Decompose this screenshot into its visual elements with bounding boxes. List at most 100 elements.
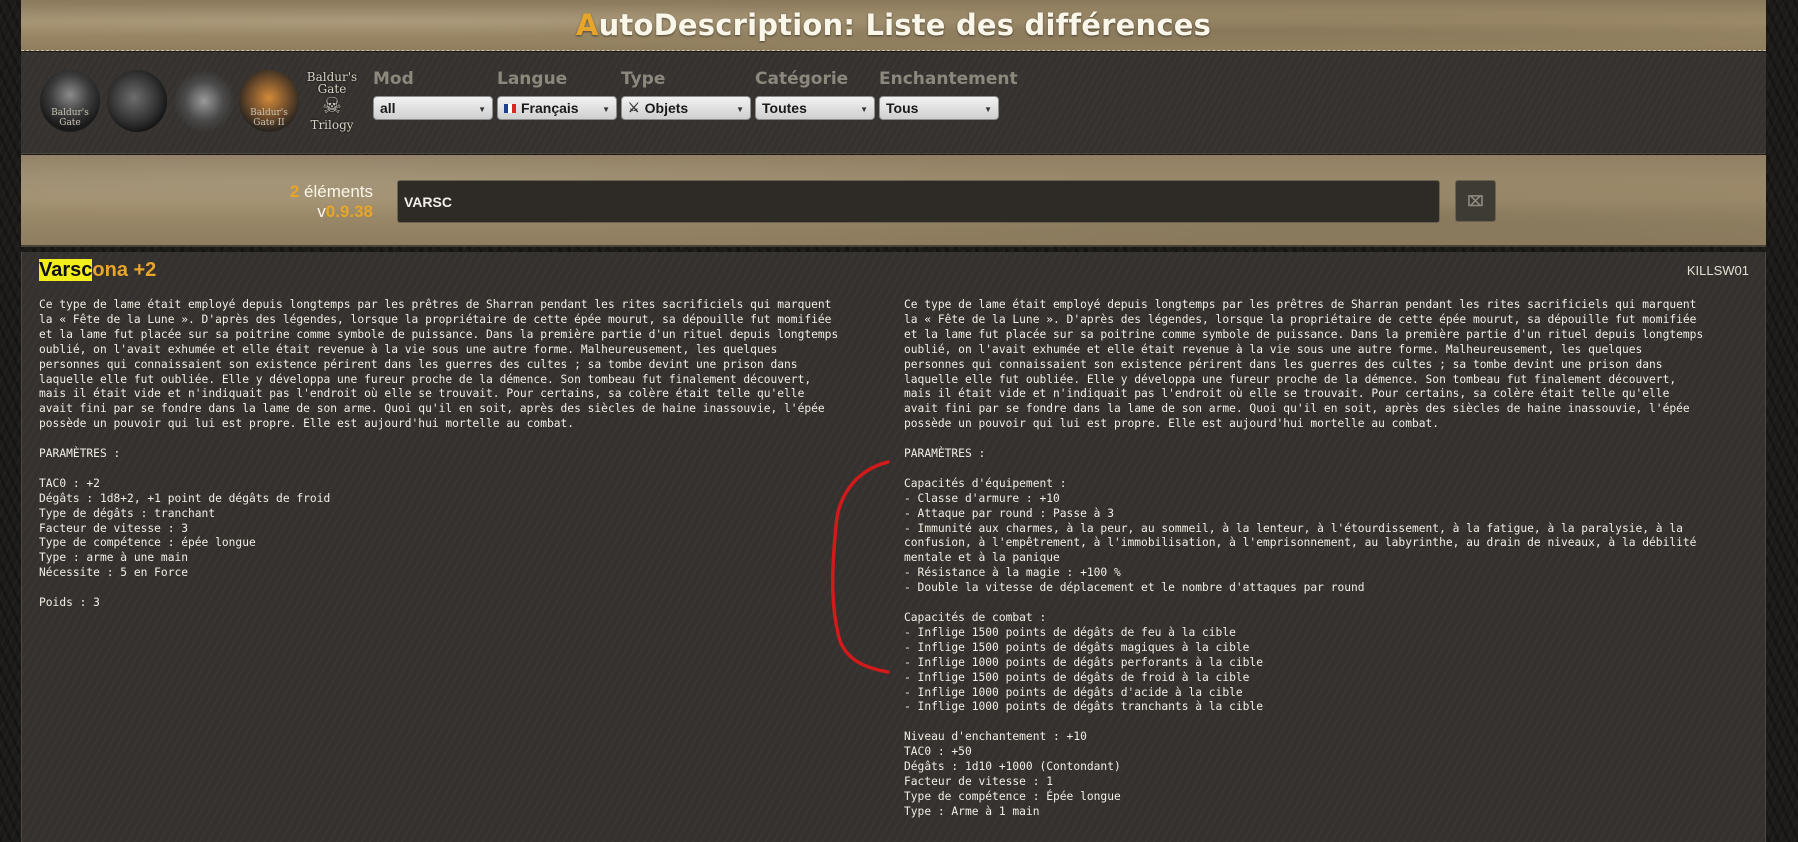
langue-select-value: Français	[521, 100, 579, 116]
left-description-line: Dégâts : 1d8+2, +1 point de dégâts de fr…	[39, 491, 331, 505]
filter-categorie-label: Catégorie	[755, 69, 849, 89]
categorie-select-value: Toutes	[762, 100, 807, 116]
right-description-line: mais il était vide et n'indiquait pas l'…	[904, 387, 1670, 401]
left-description-line: la « Fête de la Lune ». D'après des lége…	[39, 312, 832, 326]
chevron-down-icon: ▼	[984, 105, 992, 114]
filter-type: Type ⚔ Objets ▼	[621, 69, 751, 120]
type-select-value: Objets	[644, 100, 689, 116]
enchantement-select-value: Tous	[886, 100, 919, 116]
left-description-line: Type de compétence : épée longue	[39, 536, 256, 550]
right-description-line	[904, 596, 1749, 611]
right-description-line: et la lame fut placée sur sa poitrine co…	[904, 327, 1704, 341]
search-input[interactable]	[397, 180, 1440, 223]
page-title-rest: utoDescription: Liste des différences	[598, 8, 1212, 42]
left-description-line	[39, 432, 884, 447]
right-description-line: Capacités de combat :	[904, 610, 1047, 624]
left-description-line: mais il était vide et n'indiquait pas l'…	[39, 387, 805, 401]
description-left: Ce type de lame était employé depuis lon…	[39, 298, 884, 611]
right-description-line: Dégâts : 1d10 +1000 (Contondant)	[904, 760, 1121, 774]
right-description-line: avait fini par se fondre dans la lame de…	[904, 402, 1690, 416]
sword-icon: ⚔	[628, 100, 640, 115]
left-description-line: possède un pouvoir qui lui est propre. E…	[39, 417, 575, 431]
right-description-line: Niveau d'enchantement : +10	[904, 730, 1087, 744]
filter-categorie: Catégorie Toutes ▼	[755, 69, 875, 120]
search-band: 2 éléments v0.9.38 ⌧	[21, 155, 1766, 247]
right-description-line: personnes qui connaissaient son existenc…	[904, 357, 1663, 371]
type-select[interactable]: ⚔ Objets ▼	[621, 96, 751, 120]
left-description-line: Facteur de vitesse : 3	[39, 521, 189, 535]
right-description-line: - Inflige 1000 points de dégâts perforan…	[904, 655, 1263, 669]
right-description-line: Type de compétence : Épée longue	[904, 789, 1121, 803]
left-description-line: PARAMÈTRES :	[39, 447, 121, 461]
clear-search-button[interactable]: ⌧	[1455, 180, 1496, 222]
right-description-line	[904, 432, 1749, 447]
chevron-down-icon: ▼	[860, 105, 868, 114]
left-description-line: Poids : 3	[39, 596, 100, 610]
filter-langue-label: Langue	[497, 69, 568, 89]
result-count: 2 éléments v0.9.38	[290, 182, 373, 222]
left-description-line	[39, 581, 884, 596]
right-description-line: - Résistance à la magie : +100 %	[904, 566, 1121, 580]
skull-icon: ☠	[322, 94, 342, 119]
item-title-rest: ona +2	[92, 259, 157, 281]
title-band: AutoDescription: Liste des différences	[21, 0, 1766, 51]
left-description-line: et la lame fut placée sur sa poitrine co…	[39, 327, 839, 341]
page-frame: AutoDescription: Liste des différences B…	[21, 0, 1766, 842]
right-description-line: la « Fête de la Lune ». D'après des lége…	[904, 312, 1697, 326]
enchantement-select[interactable]: Tous ▼	[879, 96, 999, 120]
categorie-select[interactable]: Toutes ▼	[755, 96, 875, 120]
right-description-line: - Inflige 1500 points de dégâts magiques…	[904, 640, 1250, 654]
description-right: Ce type de lame était employé depuis lon…	[904, 298, 1749, 820]
page-title-accent: A	[575, 8, 599, 42]
right-description-line: - Inflige 1500 points de dégâts de feu à…	[904, 625, 1236, 639]
right-description-line: - Attaque par round : Passe à 3	[904, 506, 1114, 520]
right-description-line	[904, 715, 1749, 730]
left-description-line: TAC0 : +2	[39, 476, 100, 490]
right-description-line: - Classe d'armure : +10	[904, 491, 1060, 505]
item-title: Varscona +2	[39, 259, 156, 282]
mod-select[interactable]: all ▼	[373, 96, 493, 120]
result-count-number: 2	[289, 182, 300, 201]
left-description-line: Ce type de lame était employé depuis lon…	[39, 298, 832, 311]
mod-select-value: all	[380, 100, 396, 116]
right-description-line: Type : Arme à 1 main	[904, 804, 1040, 818]
right-description-line: - Inflige 1500 points de dégâts de froid…	[904, 670, 1250, 684]
right-description-line: Capacités d'équipement :	[904, 476, 1067, 490]
right-description-line: - Double la vitesse de déplacement et le…	[904, 581, 1365, 595]
version-prefix: v	[317, 202, 326, 221]
right-description-line: mentale et à la panique	[904, 551, 1060, 565]
left-description-line: avait fini par se fondre dans la lame de…	[39, 402, 825, 416]
left-description-line: oublié, on l'avait exhumée et elle était…	[39, 342, 778, 356]
logo-shadows-of-amn[interactable]	[107, 70, 167, 132]
filter-type-label: Type	[621, 69, 666, 89]
langue-select[interactable]: Français ▼	[497, 96, 617, 120]
filter-mod-label: Mod	[373, 69, 414, 89]
logo-baldurs-gate-2-caption: Baldur's Gate II	[250, 108, 288, 128]
right-description-line: possède un pouvoir qui lui est propre. E…	[904, 417, 1440, 431]
filter-langue: Langue Français ▼	[497, 69, 617, 120]
page-title: AutoDescription: Liste des différences	[21, 0, 1766, 50]
right-description-line: TAC0 : +50	[904, 745, 972, 759]
left-description-line: personnes qui connaissaient son existenc…	[39, 357, 798, 371]
filter-enchantement: Enchantement Tous ▼	[879, 69, 1018, 120]
right-description-line: - Inflige 1000 points de dégâts tranchan…	[904, 700, 1263, 714]
result-count-label: éléments	[299, 182, 373, 201]
right-description-line: oublié, on l'avait exhumée et elle était…	[904, 342, 1643, 356]
logo-baldurs-gate-2[interactable]: Baldur's Gate II	[239, 70, 299, 132]
right-description-line: - Immunité aux charmes, à la peur, au so…	[904, 521, 1683, 535]
chevron-down-icon: ▼	[478, 105, 486, 114]
right-description-line: laquelle elle fut oubliée. Elle y dévelo…	[904, 372, 1677, 386]
logo-baldurs-gate[interactable]: Baldur's Gate	[40, 70, 100, 132]
filter-band: Baldur's Gate Baldur's Gate II Baldur's …	[21, 52, 1766, 154]
red-annotation-bracket	[830, 460, 890, 674]
right-description-line: Ce type de lame était employé depuis lon…	[904, 298, 1697, 311]
version-number: 0.9.38	[325, 202, 373, 221]
right-description-line: Facteur de vitesse : 1	[904, 774, 1054, 788]
right-description-line: PARAMÈTRES :	[904, 447, 986, 461]
french-flag-icon	[504, 103, 516, 113]
logo-throne-of-bhaal[interactable]	[174, 70, 234, 132]
left-description-line	[39, 462, 884, 477]
logo-trilogy-line3: Trilogy	[310, 118, 354, 132]
filter-mod: Mod all ▼	[373, 69, 493, 120]
logo-baldurs-gate-trilogy[interactable]: Baldur's Gate ☠ Trilogy	[302, 70, 362, 132]
